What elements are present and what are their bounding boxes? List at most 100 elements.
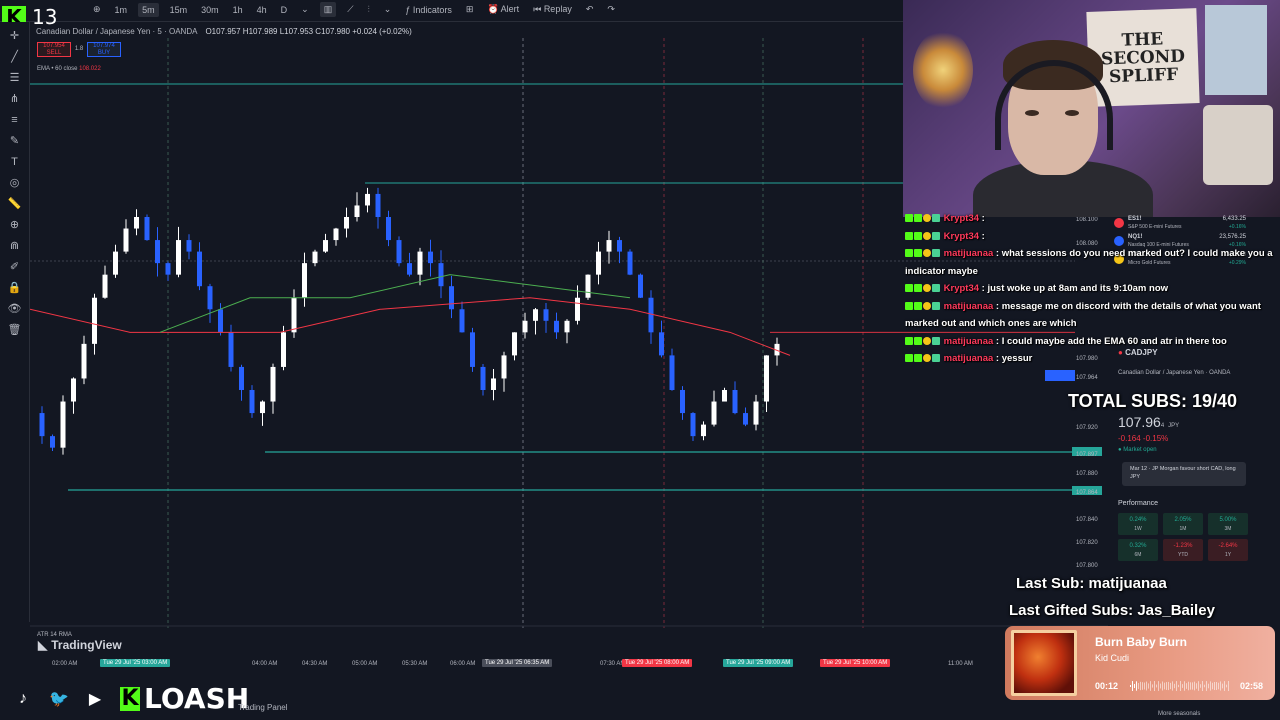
indicators-button[interactable]: ƒ Indicators [402, 3, 455, 17]
interval-30m[interactable]: 30m [198, 3, 222, 17]
interval-15m[interactable]: 15m [167, 3, 191, 17]
candle-body [596, 251, 601, 275]
ruler-icon[interactable]: 📏 [7, 197, 23, 211]
perf-period: 1M [1179, 526, 1187, 532]
waveform-bar [1220, 681, 1221, 691]
candle-body [386, 217, 391, 241]
kick-badge-icon [905, 354, 913, 362]
interval-1h[interactable]: 1h [230, 3, 246, 17]
kick-brand-icon: K [120, 686, 140, 711]
chat-username[interactable]: Krypt34 [944, 213, 979, 224]
candle-body [428, 251, 433, 264]
waveform-bar [1150, 681, 1151, 691]
news-item[interactable]: Mar 12 · JP Morgan favour short CAD, lon… [1122, 462, 1246, 486]
song-duration: 02:58 [1239, 681, 1263, 691]
kick-badge-icon [905, 336, 913, 345]
perf-value: 0.32% [1129, 543, 1147, 549]
pattern-icon[interactable]: ◎ [7, 176, 23, 190]
candle-body [764, 355, 769, 402]
layout-icon[interactable]: ⊞ [463, 2, 477, 17]
waveform-bar [1172, 681, 1173, 691]
magnet-icon[interactable]: ⋒ [7, 239, 23, 253]
trendline-icon[interactable]: ╱ [7, 50, 23, 64]
eye-icon[interactable]: 👁 [7, 302, 23, 316]
album-art [1011, 630, 1077, 696]
candle-body [134, 217, 139, 229]
candle-body [291, 297, 297, 333]
interval-4h[interactable]: 4h [254, 3, 270, 17]
time-label: 02:00 AM [52, 661, 78, 667]
waveform [1130, 681, 1229, 691]
chat-message: matijuanaa : what sessions do you need m… [905, 248, 1273, 277]
sub-badge-icon [932, 336, 940, 345]
trash-icon[interactable]: 🗑 [7, 323, 23, 337]
waveform-bar [1226, 684, 1227, 688]
buy-button[interactable]: 107.974 BUY [87, 42, 121, 57]
market-status-label: Market open [1123, 447, 1157, 453]
trading-panel-tab[interactable]: Trading Panel [238, 703, 288, 712]
chevron-down-icon[interactable]: ⌄ [298, 2, 312, 17]
chat-username[interactable]: Krypt34 [944, 231, 979, 242]
kick-badge-icon [914, 231, 922, 240]
replay-button[interactable]: ⏮ Replay [530, 2, 575, 17]
waveform-bar [1138, 683, 1139, 689]
chat-username[interactable]: matijuanaa [944, 353, 994, 364]
candle-body [638, 274, 643, 298]
redo-icon[interactable]: ↷ [604, 2, 618, 17]
candle-body [144, 217, 150, 241]
waveform-bar [1192, 682, 1193, 690]
candle-body [312, 251, 318, 264]
sell-button[interactable]: 107.954 SELL [37, 42, 71, 57]
kick-badge-icon [914, 301, 922, 310]
symbol-name[interactable]: Canadian Dollar / Japanese Yen · 5 · OAN… [36, 27, 197, 36]
candle-body [407, 263, 412, 275]
more-seasonals-link[interactable]: More seasonals [1158, 711, 1200, 717]
candles-icon[interactable]: ▥ [319, 2, 337, 17]
text-icon[interactable]: T [7, 155, 23, 169]
interval-1m[interactable]: 1m [112, 3, 131, 17]
candle-body [102, 274, 108, 298]
candle-body [585, 274, 591, 298]
brush-icon[interactable]: ✎ [7, 134, 23, 148]
stream-screen: { "kick": { "count": "13" }, "toolbar": … [0, 0, 1280, 720]
alert-button[interactable]: ⏰ Alert [484, 2, 522, 17]
time-axis[interactable]: 02:00 AM02:30 AM04:00 AM04:30 AM05:00 AM… [30, 658, 1030, 670]
perf-period: 6M [1134, 552, 1142, 558]
price-label: 107.897 [1076, 452, 1098, 458]
fib-icon[interactable]: ≡ [7, 113, 23, 127]
ema-legend[interactable]: EMA • 60 close 108.022 [37, 66, 101, 72]
candle-body [627, 251, 633, 275]
waveform-bar [1164, 682, 1165, 690]
pitchfork-icon[interactable]: ⋔ [7, 92, 23, 106]
kick-badge-icon [914, 249, 922, 257]
pencil-lock-icon[interactable]: ✐ [7, 260, 23, 274]
candle-body [501, 355, 507, 379]
waveform-bar [1228, 681, 1229, 691]
chat-username[interactable]: matijuanaa [944, 301, 994, 312]
chat-username[interactable]: Krypt34 [944, 283, 979, 294]
crosshair-icon[interactable]: ✛ [7, 29, 23, 43]
time-label: 04:00 AM [252, 661, 278, 667]
interval-d[interactable]: D [278, 3, 291, 17]
candle-body [470, 332, 475, 367]
chevron-down-icon[interactable]: ⌄ [381, 2, 395, 17]
bar-style-icon[interactable]: ⫶ [365, 2, 373, 17]
add-symbol-icon[interactable]: ⊕ [90, 2, 104, 17]
zoom-icon[interactable]: ⊕ [7, 218, 23, 232]
lock-icon[interactable]: 🔒 [7, 281, 23, 295]
song-current-time: 00:12 [1095, 681, 1119, 691]
chat-username[interactable]: matijuanaa [944, 248, 994, 259]
sma-line [159, 274, 631, 333]
candle-body [690, 413, 696, 437]
line-chart-icon[interactable]: ⟋ [344, 2, 356, 17]
undo-icon[interactable]: ↶ [583, 2, 597, 17]
candle-body [480, 366, 486, 390]
candle-body [302, 263, 307, 298]
candle-body [533, 309, 538, 321]
sub-badge-icon [932, 214, 940, 222]
interval-5m[interactable]: 5m [138, 2, 159, 17]
horizontal-lines-icon[interactable]: ☰ [7, 71, 23, 85]
price-label: 107.864 [1076, 490, 1098, 496]
chat-username[interactable]: matijuanaa [944, 336, 994, 347]
waveform-bar [1222, 683, 1223, 689]
